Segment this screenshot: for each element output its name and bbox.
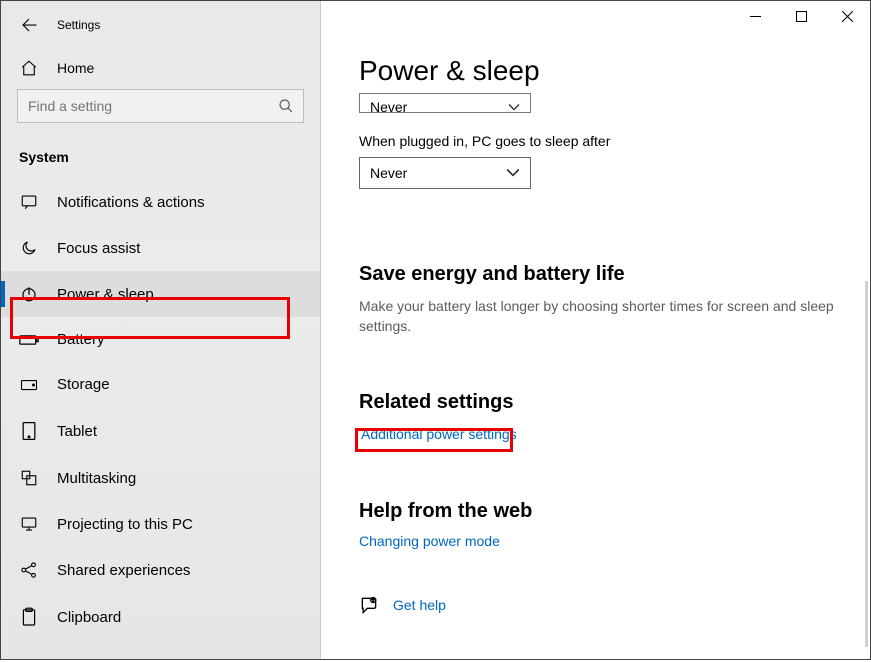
share-icon xyxy=(19,561,39,579)
projecting-icon xyxy=(19,515,39,533)
window-title: Settings xyxy=(57,18,100,32)
message-icon xyxy=(19,193,39,211)
storage-icon xyxy=(19,378,39,392)
minimize-icon xyxy=(750,11,761,22)
energy-heading: Save energy and battery life xyxy=(359,263,838,286)
sidebar-item-clipboard[interactable]: Clipboard xyxy=(1,593,320,641)
sidebar-item-storage[interactable]: Storage xyxy=(1,362,320,407)
sidebar-item-label: Battery xyxy=(57,331,105,348)
sidebar-item-label: Storage xyxy=(57,376,110,393)
sidebar-item-projecting[interactable]: Projecting to this PC xyxy=(1,501,320,547)
sidebar-item-tablet[interactable]: Tablet xyxy=(1,407,320,455)
screen-timeout-dropdown[interactable]: Never xyxy=(359,93,531,113)
search-input[interactable] xyxy=(17,89,304,123)
sidebar-item-multitasking[interactable]: Multitasking xyxy=(1,455,320,501)
power-icon xyxy=(19,285,39,303)
multitasking-icon xyxy=(19,469,39,487)
sidebar-home-label: Home xyxy=(57,60,94,76)
home-icon xyxy=(19,59,39,77)
window-controls xyxy=(732,1,870,31)
sidebar-item-focus-assist[interactable]: Focus assist xyxy=(1,225,320,271)
get-help-link[interactable]: Get help xyxy=(393,597,446,613)
sidebar-header: Settings xyxy=(1,1,320,43)
close-icon xyxy=(842,11,853,22)
chat-help-icon: ? xyxy=(359,595,379,615)
main-pane: Power & sleep Never When plugged in, PC … xyxy=(321,1,870,659)
sidebar-item-notifications[interactable]: Notifications & actions xyxy=(1,179,320,225)
moon-icon xyxy=(19,239,39,257)
sidebar-item-label: Shared experiences xyxy=(57,562,190,579)
page-title: Power & sleep xyxy=(359,55,838,87)
get-help-row[interactable]: ? Get help xyxy=(359,595,838,615)
chevron-down-icon xyxy=(506,168,520,178)
scrollbar[interactable] xyxy=(865,281,868,647)
battery-icon xyxy=(19,333,39,347)
sidebar-item-label: Multitasking xyxy=(57,470,136,487)
sidebar: Settings Home System Notifications & xyxy=(1,1,321,659)
related-heading: Related settings xyxy=(359,391,838,414)
dropdown-value: Never xyxy=(370,165,407,181)
sidebar-home[interactable]: Home xyxy=(1,43,320,89)
maximize-button[interactable] xyxy=(778,1,824,31)
tablet-icon xyxy=(19,421,39,441)
changing-power-mode-link[interactable]: Changing power mode xyxy=(359,533,500,549)
sidebar-item-label: Notifications & actions xyxy=(57,194,205,211)
settings-window: Settings Home System Notifications & xyxy=(0,0,871,660)
minimize-button[interactable] xyxy=(732,1,778,31)
back-button[interactable] xyxy=(19,15,39,35)
sidebar-item-label: Clipboard xyxy=(57,609,121,626)
sidebar-item-label: Focus assist xyxy=(57,240,140,257)
sidebar-nav: Notifications & actions Focus assist Pow… xyxy=(1,179,320,641)
sidebar-item-shared-experiences[interactable]: Shared experiences xyxy=(1,547,320,593)
sleep-plugged-dropdown[interactable]: Never xyxy=(359,157,531,189)
search-container xyxy=(1,89,320,143)
energy-text: Make your battery last longer by choosin… xyxy=(359,296,838,337)
sidebar-item-label: Tablet xyxy=(57,423,97,440)
clipboard-icon xyxy=(19,607,39,627)
related-link-wrapper: Additional power settings xyxy=(359,424,521,446)
close-button[interactable] xyxy=(824,1,870,31)
sidebar-item-label: Projecting to this PC xyxy=(57,516,193,533)
sidebar-item-power-sleep[interactable]: Power & sleep xyxy=(1,271,320,317)
sidebar-group-system: System xyxy=(1,143,320,179)
arrow-left-icon xyxy=(20,16,38,34)
sidebar-item-battery[interactable]: Battery xyxy=(1,317,320,362)
maximize-icon xyxy=(796,11,807,22)
sidebar-item-label: Power & sleep xyxy=(57,286,154,303)
search-icon xyxy=(278,98,294,114)
chevron-down-icon xyxy=(508,103,520,112)
additional-power-settings-link[interactable]: Additional power settings xyxy=(361,426,517,442)
sleep-plugged-label: When plugged in, PC goes to sleep after xyxy=(359,133,838,149)
help-web-heading: Help from the web xyxy=(359,500,838,523)
dropdown-value: Never xyxy=(370,99,407,113)
